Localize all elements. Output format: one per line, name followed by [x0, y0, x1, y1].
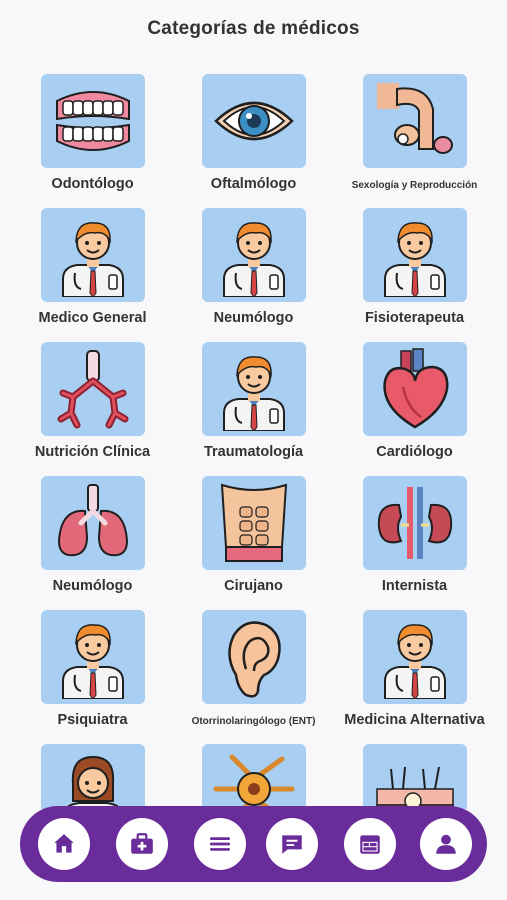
- doctor-icon: [40, 610, 145, 704]
- skin-icon: [362, 744, 467, 809]
- reproductive-icon: [362, 74, 467, 168]
- category-label: Otorrinolaringólogo (ENT): [191, 716, 316, 727]
- nav-profile-button[interactable]: [420, 818, 472, 870]
- category-label: Medicina Alternativa: [344, 712, 485, 728]
- medical-kit-icon: [129, 831, 155, 857]
- home-icon: [51, 831, 77, 857]
- category-card[interactable]: Cardiólogo: [330, 342, 499, 476]
- category-label: Nutrición Clínica: [34, 444, 151, 460]
- category-card[interactable]: Oftalmólogo: [169, 74, 338, 208]
- category-label: Cardiólogo: [376, 444, 453, 460]
- neuron-icon: [201, 744, 306, 809]
- category-card[interactable]: [330, 744, 499, 809]
- category-label: Odontólogo: [51, 176, 134, 192]
- category-card[interactable]: Traumatología: [169, 342, 338, 476]
- category-card[interactable]: Medico General: [8, 208, 177, 342]
- category-card[interactable]: Medicina Alternativa: [330, 610, 499, 744]
- nav-home-button[interactable]: [38, 818, 90, 870]
- category-card[interactable]: Nutrición Clínica: [8, 342, 177, 476]
- category-card[interactable]: Odontólogo: [8, 74, 177, 208]
- ear-icon: [201, 610, 306, 704]
- category-card[interactable]: [169, 744, 338, 809]
- heart-icon: [362, 342, 467, 436]
- category-label: Sexología y Reproducción: [351, 180, 478, 191]
- page-title: Categorías de médicos: [147, 18, 360, 39]
- category-label: Cirujano: [224, 578, 283, 594]
- bottom-navigation: [20, 806, 487, 882]
- category-label: Psiquiatra: [57, 712, 128, 728]
- category-label: Medico General: [38, 310, 147, 326]
- chat-icon: [279, 831, 305, 857]
- category-label: Oftalmólogo: [210, 176, 297, 192]
- kidneys-icon: [362, 476, 467, 570]
- category-label: Neumólogo: [52, 578, 133, 594]
- category-card[interactable]: Internista: [330, 476, 499, 610]
- teeth-icon: [40, 74, 145, 168]
- category-card[interactable]: Fisioterapeuta: [330, 208, 499, 342]
- category-card[interactable]: Neumólogo: [8, 476, 177, 610]
- category-label: Internista: [381, 578, 448, 594]
- category-label: Fisioterapeuta: [364, 310, 465, 326]
- nav-menu-button[interactable]: [194, 818, 246, 870]
- category-card[interactable]: Otorrinolaringólogo (ENT): [169, 610, 338, 744]
- eye-icon: [201, 74, 306, 168]
- category-card[interactable]: Psiquiatra: [8, 610, 177, 744]
- doctor-icon: [362, 610, 467, 704]
- doctor-icon: [362, 208, 467, 302]
- category-card[interactable]: Sexología y Reproducción: [330, 74, 499, 208]
- calendar-icon: [357, 831, 383, 857]
- nav-calendar-button[interactable]: [344, 818, 396, 870]
- category-card[interactable]: Neumólogo: [169, 208, 338, 342]
- category-card[interactable]: Cirujano: [169, 476, 338, 610]
- doctor-icon: [201, 342, 306, 436]
- doctor-icon: [40, 208, 145, 302]
- lungs-icon: [40, 476, 145, 570]
- nav-medical-kit-button[interactable]: [116, 818, 168, 870]
- abdomen-icon: [201, 476, 306, 570]
- nav-chat-button[interactable]: [266, 818, 318, 870]
- menu-icon: [207, 831, 233, 857]
- female-doctor-icon: [40, 744, 145, 809]
- doctor-icon: [201, 208, 306, 302]
- category-card[interactable]: [8, 744, 177, 809]
- bronchi-icon: [40, 342, 145, 436]
- category-grid: Odontólogo Oftalmólogo Sexología y Repro…: [0, 74, 507, 809]
- profile-icon: [433, 831, 459, 857]
- category-label: Neumólogo: [213, 310, 294, 326]
- category-label: Traumatología: [203, 444, 304, 460]
